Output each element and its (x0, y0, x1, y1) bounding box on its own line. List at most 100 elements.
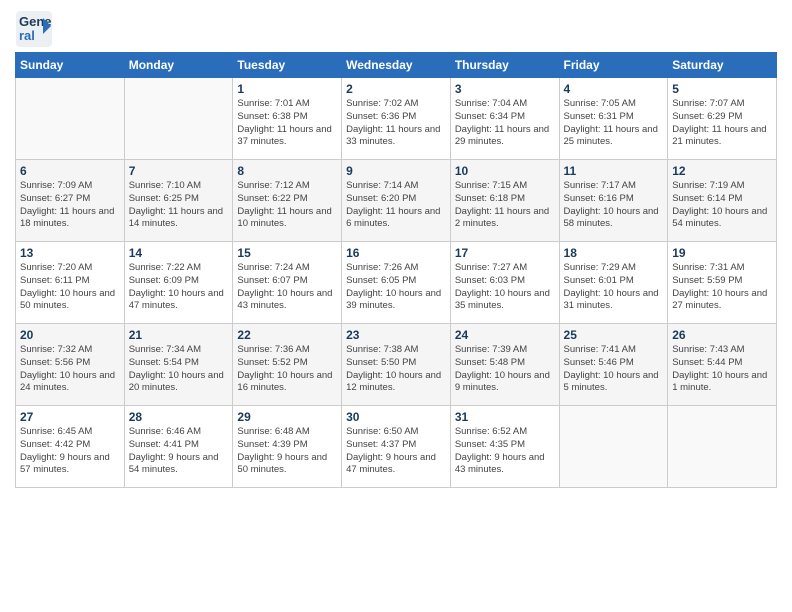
calendar-cell: 2 Sunrise: 7:02 AM Sunset: 6:36 PM Daylig… (342, 78, 451, 160)
calendar-cell: 27 Sunrise: 6:45 AM Sunset: 4:42 PM Dayli… (16, 406, 125, 488)
calendar-cell (668, 406, 777, 488)
cell-info: Sunrise: 7:17 AM Sunset: 6:16 PM Dayligh… (564, 180, 664, 231)
cell-info: Sunrise: 7:01 AM Sunset: 6:38 PM Dayligh… (237, 98, 337, 149)
calendar-cell: 10Sunrise: 7:15 AM Sunset: 6:18 PM Dayli… (450, 160, 559, 242)
day-number: 1 (237, 82, 337, 96)
day-number: 23 (346, 328, 446, 342)
cell-info: Sunrise: 7:24 AM Sunset: 6:07 PM Dayligh… (237, 262, 337, 313)
weekday-header: Monday (124, 53, 233, 78)
cell-info: Sunrise: 7:22 AM Sunset: 6:09 PM Dayligh… (129, 262, 229, 313)
calendar-table: SundayMondayTuesdayWednesdayThursdayFrid… (15, 52, 777, 488)
day-number: 20 (20, 328, 120, 342)
calendar-cell: 22 Sunrise: 7:36 AM Sunset: 5:52 PM Dayli… (233, 324, 342, 406)
calendar-cell: 9 Sunrise: 7:14 AM Sunset: 6:20 PM Daylig… (342, 160, 451, 242)
cell-info: Sunrise: 7:41 AM Sunset: 5:46 PM Dayligh… (564, 344, 664, 395)
day-number: 18 (564, 246, 664, 260)
calendar-cell: 16Sunrise: 7:26 AM Sunset: 6:05 PM Dayli… (342, 242, 451, 324)
cell-info: Sunrise: 6:48 AM Sunset: 4:39 PM Dayligh… (237, 426, 337, 477)
cell-info: Sunrise: 7:32 AM Sunset: 5:56 PM Dayligh… (20, 344, 120, 395)
day-number: 31 (455, 410, 555, 424)
cell-info: Sunrise: 7:05 AM Sunset: 6:31 PM Dayligh… (564, 98, 664, 149)
day-number: 16 (346, 246, 446, 260)
cell-info: Sunrise: 7:19 AM Sunset: 6:14 PM Dayligh… (672, 180, 772, 231)
day-number: 29 (237, 410, 337, 424)
cell-info: Sunrise: 7:10 AM Sunset: 6:25 PM Dayligh… (129, 180, 229, 231)
day-number: 10 (455, 164, 555, 178)
day-number: 3 (455, 82, 555, 96)
day-number: 21 (129, 328, 229, 342)
day-number: 19 (672, 246, 772, 260)
cell-info: Sunrise: 7:36 AM Sunset: 5:52 PM Dayligh… (237, 344, 337, 395)
logo-icon: Gene ral (15, 10, 51, 46)
calendar-cell: 29 Sunrise: 6:48 AM Sunset: 4:39 PM Dayli… (233, 406, 342, 488)
cell-info: Sunrise: 7:04 AM Sunset: 6:34 PM Dayligh… (455, 98, 555, 149)
cell-info: Sunrise: 6:45 AM Sunset: 4:42 PM Dayligh… (20, 426, 120, 477)
calendar-cell: 1 Sunrise: 7:01 AM Sunset: 6:38 PM Daylig… (233, 78, 342, 160)
day-number: 15 (237, 246, 337, 260)
calendar-cell (16, 78, 125, 160)
calendar-week-row: 13Sunrise: 7:20 AM Sunset: 6:11 PM Dayli… (16, 242, 777, 324)
calendar-cell: 18Sunrise: 7:29 AM Sunset: 6:01 PM Dayli… (559, 242, 668, 324)
calendar-cell: 25 Sunrise: 7:41 AM Sunset: 5:46 PM Dayli… (559, 324, 668, 406)
calendar-cell: 4 Sunrise: 7:05 AM Sunset: 6:31 PM Daylig… (559, 78, 668, 160)
cell-info: Sunrise: 7:02 AM Sunset: 6:36 PM Dayligh… (346, 98, 446, 149)
weekday-header: Thursday (450, 53, 559, 78)
calendar-cell: 7 Sunrise: 7:10 AM Sunset: 6:25 PM Daylig… (124, 160, 233, 242)
calendar-cell: 17Sunrise: 7:27 AM Sunset: 6:03 PM Dayli… (450, 242, 559, 324)
calendar-cell: 20 Sunrise: 7:32 AM Sunset: 5:56 PM Dayli… (16, 324, 125, 406)
calendar-cell: 21Sunrise: 7:34 AM Sunset: 5:54 PM Dayli… (124, 324, 233, 406)
logo: Gene ral (15, 10, 57, 46)
weekday-header-row: SundayMondayTuesdayWednesdayThursdayFrid… (16, 53, 777, 78)
weekday-header: Saturday (668, 53, 777, 78)
cell-info: Sunrise: 7:39 AM Sunset: 5:48 PM Dayligh… (455, 344, 555, 395)
day-number: 7 (129, 164, 229, 178)
day-number: 8 (237, 164, 337, 178)
weekday-header: Tuesday (233, 53, 342, 78)
cell-info: Sunrise: 7:14 AM Sunset: 6:20 PM Dayligh… (346, 180, 446, 231)
calendar-cell (559, 406, 668, 488)
calendar-cell: 3 Sunrise: 7:04 AM Sunset: 6:34 PM Daylig… (450, 78, 559, 160)
calendar-cell: 5Sunrise: 7:07 AM Sunset: 6:29 PM Daylig… (668, 78, 777, 160)
calendar-cell: 23 Sunrise: 7:38 AM Sunset: 5:50 PM Dayli… (342, 324, 451, 406)
cell-info: Sunrise: 7:38 AM Sunset: 5:50 PM Dayligh… (346, 344, 446, 395)
calendar-cell: 14 Sunrise: 7:22 AM Sunset: 6:09 PM Dayli… (124, 242, 233, 324)
calendar-week-row: 1 Sunrise: 7:01 AM Sunset: 6:38 PM Daylig… (16, 78, 777, 160)
calendar-week-row: 27 Sunrise: 6:45 AM Sunset: 4:42 PM Dayli… (16, 406, 777, 488)
calendar-cell: 24 Sunrise: 7:39 AM Sunset: 5:48 PM Dayli… (450, 324, 559, 406)
day-number: 11 (564, 164, 664, 178)
calendar-cell: 28 Sunrise: 6:46 AM Sunset: 4:41 PM Dayli… (124, 406, 233, 488)
cell-info: Sunrise: 6:52 AM Sunset: 4:35 PM Dayligh… (455, 426, 555, 477)
calendar-cell: 8Sunrise: 7:12 AM Sunset: 6:22 PM Daylig… (233, 160, 342, 242)
weekday-header: Wednesday (342, 53, 451, 78)
day-number: 27 (20, 410, 120, 424)
svg-text:ral: ral (19, 28, 35, 43)
day-number: 28 (129, 410, 229, 424)
calendar-cell: 31 Sunrise: 6:52 AM Sunset: 4:35 PM Dayli… (450, 406, 559, 488)
cell-info: Sunrise: 7:09 AM Sunset: 6:27 PM Dayligh… (20, 180, 120, 231)
day-number: 4 (564, 82, 664, 96)
calendar-cell: 15 Sunrise: 7:24 AM Sunset: 6:07 PM Dayli… (233, 242, 342, 324)
day-number: 13 (20, 246, 120, 260)
calendar-cell: 11 Sunrise: 7:17 AM Sunset: 6:16 PM Dayli… (559, 160, 668, 242)
day-number: 5 (672, 82, 772, 96)
page-header: Gene ral (15, 10, 777, 46)
day-number: 22 (237, 328, 337, 342)
day-number: 9 (346, 164, 446, 178)
cell-info: Sunrise: 6:46 AM Sunset: 4:41 PM Dayligh… (129, 426, 229, 477)
calendar-cell (124, 78, 233, 160)
day-number: 6 (20, 164, 120, 178)
cell-info: Sunrise: 7:43 AM Sunset: 5:44 PM Dayligh… (672, 344, 772, 395)
calendar-cell: 12 Sunrise: 7:19 AM Sunset: 6:14 PM Dayli… (668, 160, 777, 242)
day-number: 25 (564, 328, 664, 342)
day-number: 2 (346, 82, 446, 96)
day-number: 12 (672, 164, 772, 178)
cell-info: Sunrise: 7:27 AM Sunset: 6:03 PM Dayligh… (455, 262, 555, 313)
day-number: 14 (129, 246, 229, 260)
day-number: 30 (346, 410, 446, 424)
calendar-cell: 6 Sunrise: 7:09 AM Sunset: 6:27 PM Daylig… (16, 160, 125, 242)
weekday-header: Friday (559, 53, 668, 78)
day-number: 24 (455, 328, 555, 342)
calendar-week-row: 20 Sunrise: 7:32 AM Sunset: 5:56 PM Dayli… (16, 324, 777, 406)
calendar-week-row: 6 Sunrise: 7:09 AM Sunset: 6:27 PM Daylig… (16, 160, 777, 242)
cell-info: Sunrise: 7:31 AM Sunset: 5:59 PM Dayligh… (672, 262, 772, 313)
